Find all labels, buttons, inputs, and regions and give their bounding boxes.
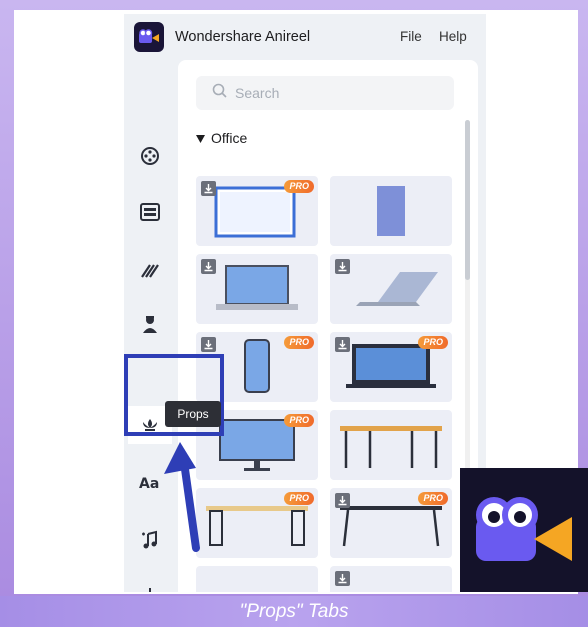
prop-card-laptop-dark[interactable]: PRO <box>330 332 452 402</box>
download-icon[interactable] <box>335 493 350 508</box>
download-icon[interactable] <box>201 337 216 352</box>
pro-badge: PRO <box>284 492 314 505</box>
prop-thumbnail <box>196 566 318 592</box>
prop-card-desk-2[interactable]: PRO <box>330 488 452 558</box>
search-box[interactable]: Search <box>196 76 454 110</box>
menu-file[interactable]: File <box>400 29 422 44</box>
section-title: Office <box>211 130 248 146</box>
anireel-logo-icon <box>134 22 164 52</box>
caret-down-icon <box>196 130 205 146</box>
search-icon <box>212 83 227 103</box>
left-rail: Aa <box>124 60 176 592</box>
download-icon[interactable] <box>335 571 350 586</box>
layout-icon[interactable] <box>138 200 162 224</box>
prop-card-vertical-panel[interactable] <box>330 176 452 246</box>
character-icon[interactable] <box>138 312 162 336</box>
pro-badge: PRO <box>418 336 448 349</box>
title-bar: Wondershare Anireel File Help <box>124 14 486 60</box>
pro-badge: PRO <box>284 336 314 349</box>
prop-card-widescreen-monitor[interactable]: PRO <box>196 176 318 246</box>
menu-help[interactable]: Help <box>439 29 467 44</box>
download-icon[interactable] <box>201 181 216 196</box>
app-title: Wondershare Anireel <box>175 29 311 45</box>
prop-card-laptop-angle[interactable] <box>330 254 452 324</box>
app-window: Wondershare Anireel File Help Aa Search … <box>124 14 486 592</box>
film-reel-icon[interactable] <box>138 144 162 168</box>
download-icon[interactable] <box>335 337 350 352</box>
scrollbar-thumb[interactable] <box>465 120 470 280</box>
prop-thumbnail <box>377 186 405 236</box>
pro-badge: PRO <box>418 492 448 505</box>
prop-thumbnail <box>340 426 442 468</box>
svg-text:Aa: Aa <box>139 476 159 491</box>
caption-bar: "Props" Tabs <box>0 596 588 627</box>
prop-card-laptop-front[interactable] <box>196 254 318 324</box>
anireel-brand-logo-icon <box>460 468 588 592</box>
props-tooltip: Props <box>165 401 221 427</box>
download-icon[interactable] <box>335 259 350 274</box>
pro-badge: PRO <box>284 414 314 427</box>
search-input[interactable]: Search <box>235 85 279 101</box>
prop-card-table[interactable] <box>330 410 452 480</box>
text-icon[interactable]: Aa <box>138 470 162 494</box>
download-icon[interactable] <box>201 259 216 274</box>
caption: "Props" Tabs <box>239 600 349 622</box>
prop-card-laptop-open-small[interactable] <box>196 566 318 592</box>
import-icon[interactable] <box>138 584 162 592</box>
props-panel: Search Office PRO PRO PRO PRO PRO PRO <box>178 60 478 592</box>
texture-icon[interactable] <box>138 258 162 282</box>
prop-card-chair[interactable] <box>330 566 452 592</box>
pro-badge: PRO <box>284 180 314 193</box>
music-icon[interactable] <box>138 528 162 552</box>
prop-card-desk-1[interactable]: PRO <box>196 488 318 558</box>
section-office[interactable]: Office <box>196 130 247 146</box>
